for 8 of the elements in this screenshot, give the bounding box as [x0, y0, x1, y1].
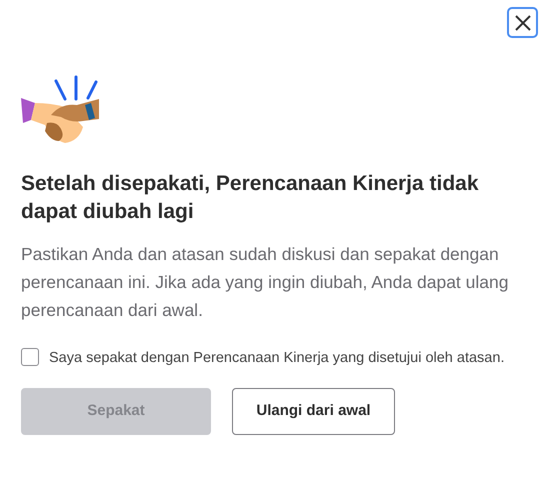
handshake-icon	[21, 75, 101, 145]
dialog-description: Pastikan Anda dan atasan sudah diskusi dan sepakat dengan perencanaan ini. Jika ada yang ingin diubah, Anda dapat ulang perencanaan dari awal.	[21, 243, 510, 322]
restart-button[interactable]: Ulangi dari awal	[232, 388, 395, 435]
agreement-label: Saya sepakat dengan Perencanaan Kinerja yang disetujui oleh atasan.	[49, 349, 506, 368]
agreement-checkbox[interactable]	[21, 348, 39, 366]
close-button[interactable]	[507, 7, 538, 38]
dialog-title: Setelah disepakati, Perencanaan Kinerja tidak dapat diubah lagi	[21, 171, 480, 225]
close-icon	[514, 14, 532, 32]
